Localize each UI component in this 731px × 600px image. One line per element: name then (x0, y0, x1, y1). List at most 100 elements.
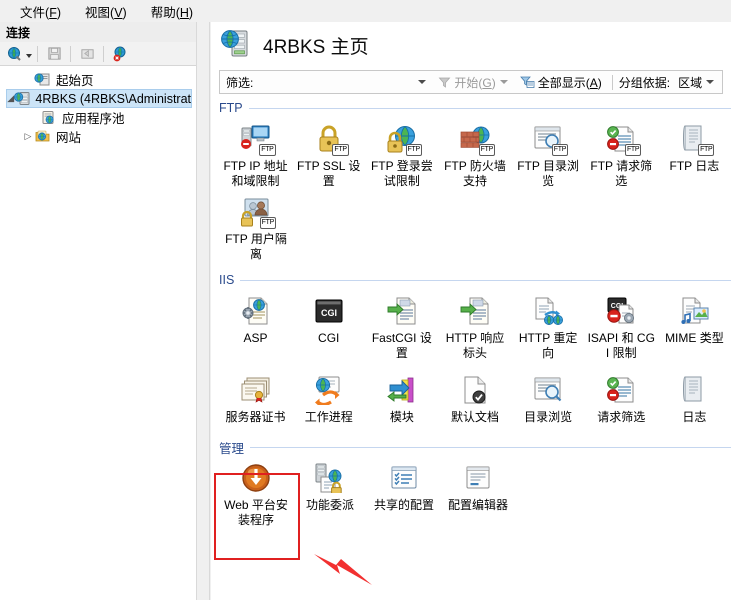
filter-divider (611, 74, 613, 90)
feature-web-platform-installer[interactable]: Web 平台安装程序 (219, 455, 293, 528)
tree-expander-sites[interactable]: ▷ (22, 127, 34, 146)
feature-ftp-user-isolation[interactable]: FTP FTP 用户隔离 (219, 189, 293, 262)
feature-label: Web 平台安装程序 (224, 498, 288, 527)
feature-ftp-ssl-settings[interactable]: FTP FTP SSL 设置 (292, 116, 365, 189)
feature-ftp-logon-attempt-restrictions[interactable]: FTP FTP 登录尝试限制 (365, 116, 438, 189)
feature-delegation-icon (313, 461, 347, 495)
feature-label: FTP IP 地址和域限制 (223, 159, 288, 188)
tree-item-server-4rbks[interactable]: ◢ 4RBKS (4RBKS\Administrat (6, 89, 192, 108)
menu-file-label: 文件 (20, 5, 46, 20)
menu-file[interactable]: 文件(F) (8, 0, 73, 23)
section-management: 管理 Web 平台安装程序 功能委派 共享的配置 配置编辑器 (211, 439, 731, 528)
feature-ftp-directory-browsing[interactable]: FTP FTP 目录浏览 (512, 116, 585, 189)
filter-input[interactable] (257, 71, 417, 93)
connect-to-dropdown[interactable] (4, 44, 26, 64)
feature-label: FastCGI 设置 (371, 331, 432, 360)
connections-toolbar (0, 42, 196, 66)
section-header: 管理 (219, 439, 731, 456)
feature-shared-configuration[interactable]: 共享的配置 (367, 455, 441, 528)
cgi-icon: CGI (312, 294, 346, 328)
feature-configuration-editor[interactable]: 配置编辑器 (441, 455, 515, 528)
feature-label: 日志 (682, 410, 707, 424)
ftp-badge: FTP (405, 144, 422, 156)
section-title: 管理 (219, 441, 245, 456)
feature-worker-processes[interactable]: 工作进程 (292, 367, 365, 425)
connections-tree: 起始页 ◢ 4RBKS (4RBKS\Administrat 应用程序池 ▷ 网… (0, 66, 196, 146)
menu-help[interactable]: 帮助(H) (139, 0, 205, 23)
menu-file-mnemonic: F (49, 5, 57, 20)
filter-go-button[interactable]: 开始(G) (434, 74, 499, 91)
modules-icon (385, 373, 419, 407)
toolbar-divider (37, 45, 38, 62)
save-connection-button[interactable] (43, 44, 65, 64)
chevron-down-icon[interactable] (26, 54, 32, 58)
iis-manager-window: 文件(F) 视图(V) 帮助(H) 连接 起始页 ◢ 4RBKS (4RBKS\… (0, 0, 731, 600)
iis-feature-grid: ASP CGI CGI FastCGI 设置 HTTP 响应标头 HTTP 重定… (219, 288, 731, 425)
ftp-ip-address-restrictions-icon: FTP (239, 122, 276, 156)
tree-item-start-page[interactable]: 起始页 (6, 70, 196, 89)
fastcgi-settings-icon (385, 294, 419, 328)
feature-ftp-logging[interactable]: FTP FTP 日志 (658, 116, 731, 189)
ftp-firewall-support-icon: FTP (458, 122, 495, 156)
web-platform-installer-icon (239, 461, 273, 495)
tree-item-application-pools[interactable]: 应用程序池 (6, 108, 196, 127)
feature-isapi-cgi-restrictions[interactable]: CGI ISAPI 和 CGI 限制 (585, 288, 658, 361)
feature-label: 配置编辑器 (447, 498, 508, 512)
filter-history-chevron-icon[interactable] (418, 80, 427, 84)
group-by-value[interactable]: 区域 (670, 74, 706, 91)
filter-go-chevron-icon[interactable] (499, 80, 508, 84)
connections-pane: 连接 起始页 ◢ 4RBKS (4RBKS\Administrat 应用程序池 … (0, 22, 196, 600)
feature-default-document[interactable]: 默认文档 (438, 367, 511, 425)
disconnect-button[interactable] (109, 44, 131, 64)
ftp-badge: FTP (332, 144, 349, 156)
feature-feature-delegation[interactable]: 功能委派 (293, 455, 367, 528)
feature-mime-types[interactable]: MIME 类型 (658, 288, 731, 361)
feature-label: FTP 请求筛选 (590, 159, 653, 188)
management-feature-grid: Web 平台安装程序 功能委派 共享的配置 配置编辑器 (219, 455, 731, 528)
ftp-badge: FTP (478, 144, 495, 156)
feature-cgi[interactable]: CGI CGI (292, 288, 365, 361)
feature-server-certificates[interactable]: 服务器证书 (219, 367, 292, 425)
menu-help-label: 帮助 (150, 5, 176, 20)
section-ftp: FTP FTP FTP IP 地址和域限制 FTP FTP SSL 设置 FTP… (211, 100, 731, 262)
grid-row: FTP FTP IP 地址和域限制 FTP FTP SSL 设置 FTP FTP… (219, 116, 731, 189)
http-redirect-icon (531, 294, 565, 328)
server-globe-icon (219, 27, 253, 64)
feature-label: 默认文档 (450, 410, 499, 424)
feature-asp[interactable]: ASP (219, 288, 292, 361)
feature-http-response-headers[interactable]: HTTP 响应标头 (438, 288, 511, 361)
show-all-label: 全部显示 (537, 75, 586, 90)
tree-item-sites[interactable]: ▷ 网站 (6, 127, 196, 146)
pane-splitter[interactable] (196, 22, 210, 600)
feature-ftp-request-filtering[interactable]: FTP FTP 请求筛选 (585, 116, 658, 189)
menu-view[interactable]: 视图(V) (73, 0, 139, 23)
worker-processes-icon (312, 373, 346, 407)
ftp-badge: FTP (698, 144, 715, 156)
filter-label: 筛选: (226, 75, 254, 90)
feature-logging[interactable]: 日志 (658, 367, 731, 425)
filter-toolbar: 筛选: 开始(G) 全部显示(A) 分组依据: 区域 (219, 70, 723, 94)
feature-label: FTP 登录尝试限制 (370, 159, 433, 188)
feature-ftp-firewall-support[interactable]: FTP FTP 防火墙支持 (438, 116, 511, 189)
go-label: 开始 (454, 75, 479, 90)
section-header: IIS (219, 272, 731, 288)
feature-request-filtering[interactable]: 请求筛选 (585, 367, 658, 425)
feature-ftp-ip-address-restrictions[interactable]: FTP FTP IP 地址和域限制 (219, 116, 292, 189)
start-page-icon (34, 72, 52, 88)
feature-modules[interactable]: 模块 (365, 367, 438, 425)
feature-fastcgi-settings[interactable]: FastCGI 设置 (365, 288, 438, 361)
feature-label: 功能委派 (305, 498, 354, 512)
ftp-request-filtering-icon: FTP (604, 122, 642, 156)
asp-icon (239, 294, 273, 328)
tree-expander-server[interactable]: ◢ (7, 89, 14, 108)
grid-row: Web 平台安装程序 功能委派 共享的配置 配置编辑器 (219, 455, 731, 528)
feature-directory-browsing[interactable]: 目录浏览 (512, 367, 585, 425)
show-all-button[interactable]: 全部显示(A) (516, 74, 606, 91)
export-connection-button[interactable] (76, 44, 98, 64)
feature-label: FTP 目录浏览 (517, 159, 580, 188)
group-by-chevron-icon[interactable] (706, 80, 714, 84)
feature-label: ISAPI 和 CGI 限制 (587, 331, 655, 360)
feature-http-redirect[interactable]: HTTP 重定向 (512, 288, 585, 361)
page-title: 4RBKS 主页 (263, 36, 369, 58)
toolbar-divider-3 (103, 45, 104, 62)
